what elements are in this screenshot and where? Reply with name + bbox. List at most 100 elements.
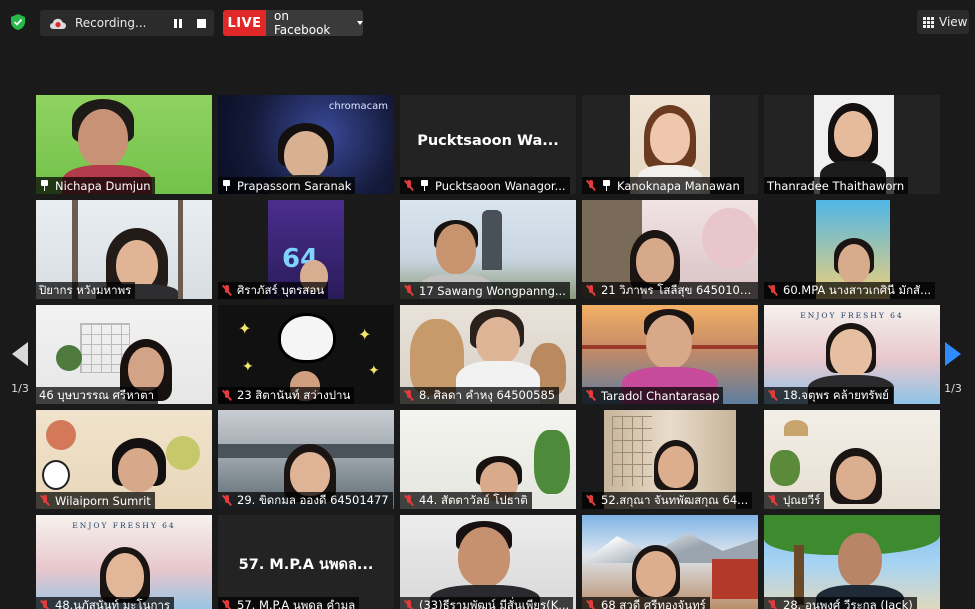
participant-name: (33)ธีรามพัฒน์ มีสั่นเพียร(K... bbox=[419, 597, 570, 609]
active-speaker-tile[interactable]: Thanradee Thaithaworn bbox=[764, 95, 940, 194]
participant-tile[interactable]: Pucktsaoon Wa... Pucktsaoon Wanagor... bbox=[400, 95, 576, 194]
participant-tile[interactable]: 8. ศิลดา คำหงุ 64500585 bbox=[400, 305, 576, 404]
participant-tile[interactable]: 60.MPA นางสาวเกศินี มักสั... bbox=[764, 200, 940, 299]
participant-name-bar: 17 Sawang Wongpanng... bbox=[400, 282, 570, 299]
live-destination-dropdown[interactable]: on Facebook bbox=[266, 9, 363, 37]
participant-name-bar: Kanoknapa Manawan bbox=[582, 177, 744, 194]
participant-name-bar: 21 วิภาพร โสลีสุข 64501066 bbox=[582, 282, 758, 299]
participant-tile[interactable]: (33)ธีรามพัฒน์ มีสั่นเพียร(K... bbox=[400, 515, 576, 609]
participant-name-bar: Nichapa Dumjun bbox=[36, 177, 155, 194]
chevron-left-icon bbox=[12, 342, 28, 366]
participant-name: 28. อนพงศ์ วีระกุล (Jack) bbox=[783, 597, 913, 609]
mic-muted-icon bbox=[403, 285, 414, 296]
pause-recording-button[interactable] bbox=[166, 10, 190, 36]
participant-tile[interactable]: chromacam Prapassorn Saranak bbox=[218, 95, 394, 194]
view-layout-button[interactable]: View bbox=[917, 10, 969, 34]
participant-name: 48.นภัสนันท์ มะโนการ bbox=[55, 597, 171, 609]
view-label: View bbox=[939, 15, 968, 29]
participant-tile[interactable]: Wilaiporn Sumrit bbox=[36, 410, 212, 509]
participant-tile[interactable]: 68 สุวดี ศรีทองจันทร์ bbox=[582, 515, 758, 609]
mic-muted-icon bbox=[221, 495, 232, 506]
mic-muted-icon bbox=[585, 600, 596, 609]
participant-name-bar: ศิราภัสร์ บุตรสอน bbox=[218, 282, 329, 299]
participant-name: 57. M.P.A นพดล คำมล bbox=[237, 597, 356, 609]
participant-tile[interactable]: Kanoknapa Manawan bbox=[582, 95, 758, 194]
participant-tile[interactable]: 44. สัตตาวัลย์ โปธาติ bbox=[400, 410, 576, 509]
mic-muted-icon bbox=[221, 285, 232, 296]
participant-tile[interactable]: 29. ขิดกมล อองดี 64501477 bbox=[218, 410, 394, 509]
participant-name-bar: Pucktsaoon Wanagor... bbox=[400, 177, 570, 194]
participant-tile[interactable]: 52.สกุณา จันทพัฒสกุณ 64... bbox=[582, 410, 758, 509]
participant-name-bar: 44. สัตตาวัลย์ โปธาติ bbox=[400, 492, 532, 509]
participant-tile[interactable]: ENJOY FRESHY 64 48.นภัสนันท์ มะโนการ bbox=[36, 515, 212, 609]
participant-name: Wilaiporn Sumrit bbox=[55, 493, 151, 508]
previous-page-button[interactable]: 1/3 bbox=[0, 310, 40, 400]
participant-name-bar: Wilaiporn Sumrit bbox=[36, 492, 155, 509]
participant-tile[interactable]: ENJOY FRESHY 64 18.จตุพร คล้ายทรัพย์ bbox=[764, 305, 940, 404]
stop-recording-button[interactable] bbox=[190, 10, 214, 36]
participant-name-bar: 68 สุวดี ศรีทองจันทร์ bbox=[582, 597, 710, 609]
participant-tile[interactable]: 28. อนพงศ์ วีระกุล (Jack) bbox=[764, 515, 940, 609]
mic-muted-icon bbox=[221, 390, 232, 401]
pin-icon bbox=[39, 180, 50, 191]
banner-text: ENJOY FRESHY 64 bbox=[800, 311, 904, 320]
participant-name-bar: Taradol Chantarasap bbox=[582, 387, 724, 404]
participant-name-bar: 60.MPA นางสาวเกศินี มักสั... bbox=[764, 282, 936, 299]
participant-name: Thanradee Thaithaworn bbox=[767, 178, 905, 193]
video-off-name: 57. M.P.A นพดล... bbox=[238, 557, 374, 573]
chromacam-overlay: chromacam bbox=[328, 101, 388, 112]
mic-muted-icon bbox=[221, 600, 232, 609]
mic-muted-icon bbox=[585, 180, 596, 191]
participant-name-bar: Prapassorn Saranak bbox=[218, 177, 356, 194]
participant-tile[interactable]: ✦ ✦ ✦ ✦ 23 สิตานันท์ สว่างปาน bbox=[218, 305, 394, 404]
participant-name: Kanoknapa Manawan bbox=[617, 178, 740, 193]
gallery-grid-icon bbox=[923, 16, 934, 28]
participant-tile[interactable]: 64 ศิราภัสร์ บุตรสอน bbox=[218, 200, 394, 299]
participant-name-bar: 8. ศิลดา คำหงุ 64500585 bbox=[400, 387, 560, 404]
participant-tile[interactable]: 46 บุษบวรรณ ศรีหาตา bbox=[36, 305, 212, 404]
pin-icon bbox=[601, 180, 612, 191]
participant-name: 23 สิตานันท์ สว่างปาน bbox=[237, 387, 351, 402]
participant-name-bar: 52.สกุณา จันทพัฒสกุณ 64... bbox=[582, 492, 753, 509]
page-indicator-right: 1/3 bbox=[944, 382, 962, 395]
mic-muted-icon bbox=[767, 495, 778, 506]
participant-tile[interactable]: ปุณยวีร์ bbox=[764, 410, 940, 509]
security-shield-icon[interactable] bbox=[9, 13, 27, 31]
participant-name: ปิยากร หวังมหาพร bbox=[39, 282, 132, 297]
participant-name: 8. ศิลดา คำหงุ 64500585 bbox=[419, 387, 556, 402]
live-destination-label: on Facebook bbox=[274, 9, 331, 37]
meeting-top-bar: Recording... LIVE on Facebook View bbox=[0, 0, 975, 46]
participant-name-bar: (33)ธีรามพัฒน์ มีสั่นเพียร(K... bbox=[400, 597, 574, 609]
participant-name-bar: 57. M.P.A นพดล คำมล bbox=[218, 597, 360, 609]
mic-muted-icon bbox=[767, 390, 778, 401]
participant-name: 60.MPA นางสาวเกศินี มักสั... bbox=[783, 282, 932, 297]
participant-name-bar: ปิยากร หวังมหาพร bbox=[36, 282, 136, 299]
participant-tile[interactable]: 17 Sawang Wongpanng... bbox=[400, 200, 576, 299]
live-stream-control[interactable]: LIVE on Facebook bbox=[223, 9, 363, 37]
mic-muted-icon bbox=[39, 495, 50, 506]
mic-muted-icon bbox=[39, 600, 50, 609]
participant-name-bar: 29. ขิดกมล อองดี 64501477 bbox=[218, 492, 393, 509]
cloud-recording-icon bbox=[49, 16, 67, 30]
participant-name-bar: ปุณยวีร์ bbox=[764, 492, 825, 509]
mic-muted-icon bbox=[585, 285, 596, 296]
participant-tile[interactable]: 57. M.P.A นพดล... 57. M.P.A นพดล คำมล bbox=[218, 515, 394, 609]
pin-icon bbox=[419, 180, 430, 191]
participant-tile[interactable]: Taradol Chantarasap bbox=[582, 305, 758, 404]
participant-name-bar: 23 สิตานันท์ สว่างปาน bbox=[218, 387, 355, 404]
participant-name: 18.จตุพร คล้ายทรัพย์ bbox=[783, 387, 889, 402]
star-icon: ✦ bbox=[242, 359, 254, 375]
star-icon: ✦ bbox=[368, 363, 380, 379]
mic-muted-icon bbox=[403, 180, 414, 191]
participant-name: 21 วิภาพร โสลีสุข 64501066 bbox=[601, 282, 754, 297]
mic-muted-icon bbox=[403, 600, 414, 609]
participant-tile[interactable]: Nichapa Dumjun bbox=[36, 95, 212, 194]
participant-tile[interactable]: 21 วิภาพร โสลีสุข 64501066 bbox=[582, 200, 758, 299]
participant-name: ศิราภัสร์ บุตรสอน bbox=[237, 282, 325, 297]
participant-name: 17 Sawang Wongpanng... bbox=[419, 283, 566, 298]
chevron-right-icon bbox=[945, 342, 961, 366]
participant-tile[interactable]: ปิยากร หวังมหาพร bbox=[36, 200, 212, 299]
participant-name-bar: 28. อนพงศ์ วีระกุล (Jack) bbox=[764, 597, 917, 609]
recording-label: Recording... bbox=[75, 16, 147, 30]
participant-name: 29. ขิดกมล อองดี 64501477 bbox=[237, 492, 389, 507]
